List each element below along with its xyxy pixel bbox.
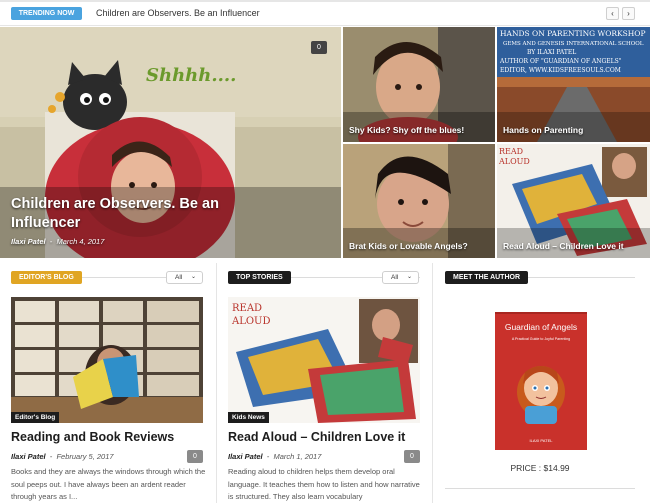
- editors-blog-filter-select[interactable]: All ⌄: [166, 271, 203, 284]
- editors-blog-thumbnail[interactable]: Editor's Blog: [11, 297, 203, 423]
- chevron-down-icon: ⌄: [406, 274, 412, 280]
- post-author[interactable]: Ilaxi Patel: [228, 452, 263, 461]
- tile-title[interactable]: Hands on Parenting: [503, 125, 583, 135]
- workshop-line-5: EDITOR, WWW.KIDSFREESOULS.COM: [500, 67, 621, 74]
- featured-tile-shy-kids[interactable]: Shy Kids? Shy off the blues!: [343, 27, 495, 142]
- chevron-down-icon: ⌄: [190, 274, 196, 280]
- post-author[interactable]: Ilaxi Patel: [11, 452, 46, 461]
- shhh-image-text: Shhhh....: [146, 65, 236, 86]
- comment-count-badge[interactable]: 0: [404, 450, 420, 463]
- tile-title[interactable]: Read Aloud – Children Love it: [503, 241, 624, 251]
- guardian-of-angels-cover: Guardian of Angels A Practical Guide to …: [495, 312, 587, 450]
- featured-main-title[interactable]: Children are Observers. Be an Influencer: [11, 195, 261, 233]
- book-subtitle-text: A Practical Guide to Joyful Parenting: [512, 337, 570, 341]
- price-divider: [445, 488, 635, 489]
- meet-author-header[interactable]: MEET THE AUTHOR: [445, 271, 529, 284]
- column-divider: [432, 263, 433, 503]
- featured-main-post[interactable]: Shhhh.... 0 Children are Observers. Be a…: [0, 27, 341, 258]
- top-stories-header[interactable]: TOP STORIES: [228, 271, 291, 284]
- post-title[interactable]: Read Aloud – Children Love it: [228, 430, 405, 444]
- post-meta: Ilaxi Patel - February 5, 2017: [11, 452, 114, 461]
- workshop-line-3: BY ILAXI PATEL: [527, 49, 576, 56]
- tile-title[interactable]: Brat Kids or Lovable Angels?: [349, 241, 468, 251]
- featured-tile-read-aloud[interactable]: READ ALOUD Read Aloud – Children Love it: [497, 144, 650, 258]
- post-author[interactable]: Ilaxi Patel: [11, 237, 46, 246]
- featured-main-meta: Ilaxi Patel - March 4, 2017: [11, 237, 105, 246]
- post-title[interactable]: Reading and Book Reviews: [11, 430, 174, 444]
- post-excerpt: Reading aloud to children helps them dev…: [228, 467, 420, 501]
- read-aloud-line-2: ALOUD: [498, 157, 530, 166]
- comment-count-badge[interactable]: 0: [311, 41, 327, 54]
- category-label[interactable]: Kids News: [228, 412, 269, 423]
- workshop-line-2: GEMS AND GENESIS INTERNATIONAL SCHOOL: [503, 41, 644, 47]
- filter-value: All: [175, 274, 183, 281]
- post-excerpt: Books and they are always the windows th…: [11, 467, 206, 501]
- book-price: PRICE : $14.99: [510, 463, 570, 473]
- trending-badge: TRENDING NOW: [11, 7, 82, 20]
- column-divider: [216, 263, 217, 503]
- comment-count-badge[interactable]: 0: [187, 450, 203, 463]
- tile-title[interactable]: Shy Kids? Shy off the blues!: [349, 125, 464, 135]
- trending-headline-link[interactable]: Children are Observers. Be an Influencer: [96, 8, 260, 18]
- featured-tile-brat-kids[interactable]: Brat Kids or Lovable Angels?: [343, 144, 495, 258]
- featured-tile-hands-on-parenting[interactable]: HANDS ON PARENTING WORKSHOP GEMS AND GEN…: [497, 27, 650, 142]
- workshop-line-1: HANDS ON PARENTING WORKSHOP: [500, 29, 646, 38]
- bookshelf-reading-image: [11, 297, 203, 423]
- book-cover[interactable]: Guardian of Angels A Practical Guide to …: [495, 312, 587, 450]
- filter-value: All: [391, 274, 399, 281]
- editors-blog-header[interactable]: EDITOR'S BLOG: [11, 271, 82, 284]
- workshop-line-4: AUTHOR OF "GUARDIAN OF ANGELS": [499, 58, 622, 65]
- book-title-text: Guardian of Angels: [505, 322, 577, 332]
- top-stories-filter-select[interactable]: All ⌄: [382, 271, 419, 284]
- read-aloud-line-2: ALOUD: [231, 316, 271, 327]
- post-date: March 1, 2017: [273, 452, 322, 461]
- top-stories-thumbnail[interactable]: READ ALOUD Kids News: [228, 297, 420, 423]
- category-label[interactable]: Editor's Blog: [11, 412, 60, 423]
- post-date: March 4, 2017: [56, 237, 105, 246]
- trending-bar: TRENDING NOW Children are Observers. Be …: [0, 2, 650, 26]
- read-aloud-books-image: READ ALOUD: [228, 297, 420, 423]
- read-aloud-line-1: READ: [232, 303, 262, 314]
- read-aloud-line-1: READ: [499, 147, 523, 156]
- chevron-left-icon[interactable]: ‹: [606, 7, 619, 20]
- book-author-text: ILAXI PATEL: [530, 438, 554, 443]
- post-date: February 5, 2017: [56, 452, 114, 461]
- post-meta: Ilaxi Patel - March 1, 2017: [228, 452, 322, 461]
- chevron-right-icon[interactable]: ›: [622, 7, 635, 20]
